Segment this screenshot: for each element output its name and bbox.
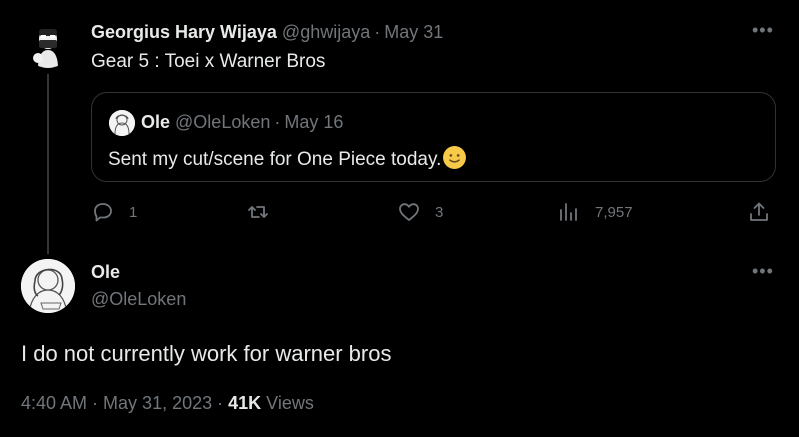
main-tweet-meta: 4:40 AM · May 31, 2023 · 41K Views — [21, 393, 314, 414]
main-author-handle[interactable]: @OleLoken — [91, 289, 186, 310]
views-button[interactable]: 7,957 — [557, 200, 633, 224]
main-avatar[interactable] — [21, 259, 75, 313]
like-count: 3 — [435, 203, 444, 221]
separator: · — [374, 22, 381, 42]
reply-icon — [94, 203, 112, 222]
parent-tweet-text: Gear 5 : Toei x Warner Bros — [91, 51, 326, 72]
retweet-icon — [248, 206, 268, 218]
quote-header: Ole @OleLoken · May 16 — [141, 112, 343, 133]
tweet-date[interactable]: May 31, 2023 — [103, 393, 212, 413]
share-icon — [750, 202, 768, 221]
parent-author-name[interactable]: Georgius Hary Wijaya — [91, 22, 277, 42]
reply-button[interactable]: 1 — [91, 200, 137, 224]
separator: · — [92, 393, 99, 413]
retweet-button[interactable] — [246, 200, 284, 224]
parent-date[interactable]: May 31 — [384, 22, 443, 42]
views-count-main: 41K — [228, 393, 262, 413]
slightly-smiling-face-emoji — [443, 146, 467, 169]
reply-count: 1 — [129, 203, 138, 221]
main-tweet-text: I do not currently work for warner bros — [21, 341, 392, 366]
parent-author-handle[interactable]: @ghwijaya — [282, 22, 370, 42]
quote-author-handle[interactable]: @OleLoken — [175, 112, 270, 132]
main-more-icon[interactable]: ••• — [752, 261, 774, 282]
separator: · — [217, 393, 224, 413]
quote-text-line: Sent my cut/scene for One Piece today. — [108, 145, 467, 171]
quote-avatar — [109, 110, 135, 136]
views-label: Views — [266, 393, 314, 413]
heart-icon — [399, 203, 419, 221]
parent-more-icon[interactable]: ••• — [752, 20, 774, 41]
avatar-sketch-icon — [21, 259, 75, 313]
quote-date[interactable]: May 16 — [284, 112, 343, 132]
parent-avatar[interactable] — [24, 20, 72, 68]
views-count: 7,957 — [595, 203, 633, 221]
parent-header: Georgius Hary Wijaya @ghwijaya · May 31 — [91, 22, 443, 43]
like-button[interactable]: 3 — [397, 200, 443, 224]
thread-line — [47, 74, 49, 254]
separator: · — [274, 112, 281, 132]
views-icon — [560, 203, 577, 221]
avatar-sketch-icon — [109, 110, 135, 136]
quote-tweet-text: Sent my cut/scene for One Piece today. — [108, 149, 442, 170]
main-author-name[interactable]: Ole — [91, 262, 120, 283]
tweet-time[interactable]: 4:40 AM — [21, 393, 87, 413]
avatar-image — [24, 20, 72, 68]
quote-tweet-card[interactable]: Ole @OleLoken · May 16 Sent my cut/scene f… — [91, 92, 776, 182]
share-button[interactable] — [747, 200, 771, 224]
quote-author-name[interactable]: Ole — [141, 112, 170, 132]
